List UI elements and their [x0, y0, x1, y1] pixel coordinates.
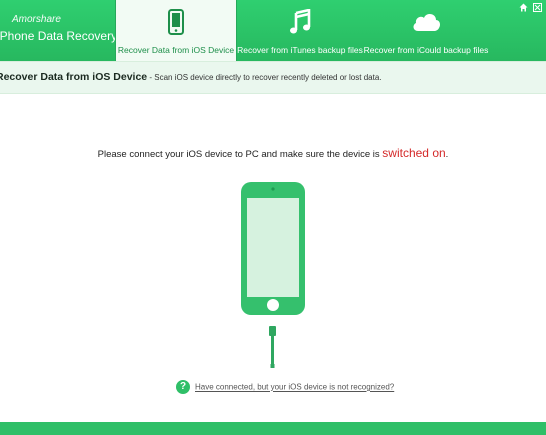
page-title: Recover Data from iOS Device	[0, 71, 148, 83]
tab-recover-ios[interactable]: Recover Data from iOS Device	[115, 0, 237, 61]
help-icon[interactable]: ?	[176, 380, 190, 394]
device-not-recognized-link[interactable]: Have connected, but your iOS device is n…	[195, 383, 394, 392]
brand-top-text: Amorshare	[12, 14, 61, 25]
footer-bar	[0, 422, 546, 435]
instruction-highlight: switched on	[382, 146, 446, 160]
tab-recover-icloud-label: Recover from iCould backup files	[363, 45, 489, 55]
app-header: Amorshare iPhone Data Recovery Recover D…	[0, 0, 546, 61]
app-brand: Amorshare iPhone Data Recovery	[0, 14, 117, 43]
help-row: ? Have connected, but your iOS device is …	[176, 380, 394, 394]
tab-recover-itunes-label: Recover from iTunes backup files	[237, 45, 363, 55]
music-note-icon	[290, 9, 311, 34]
page-description: - Scan iOS device directly to recover re…	[147, 73, 382, 82]
brand-main-text: iPhone Data Recovery	[0, 29, 118, 43]
device-illustration	[241, 182, 305, 368]
tab-recover-ios-label: Recover Data from iOS Device	[117, 45, 235, 55]
tab-recover-itunes[interactable]: Recover from iTunes backup files	[237, 0, 363, 61]
home-icon[interactable]	[519, 3, 528, 12]
menu-icon[interactable]	[533, 3, 542, 12]
connect-instruction: Please connect your iOS device to PC and…	[0, 146, 546, 160]
subheader-bar: Recover Data from iOS Device - Scan iOS …	[0, 61, 546, 94]
instruction-text: Please connect your iOS device to PC and…	[97, 149, 383, 160]
instruction-suffix: .	[445, 149, 449, 160]
phone-icon	[168, 9, 184, 35]
cloud-icon	[413, 14, 440, 31]
tab-recover-icloud[interactable]: Recover from iCould backup files	[363, 0, 489, 61]
